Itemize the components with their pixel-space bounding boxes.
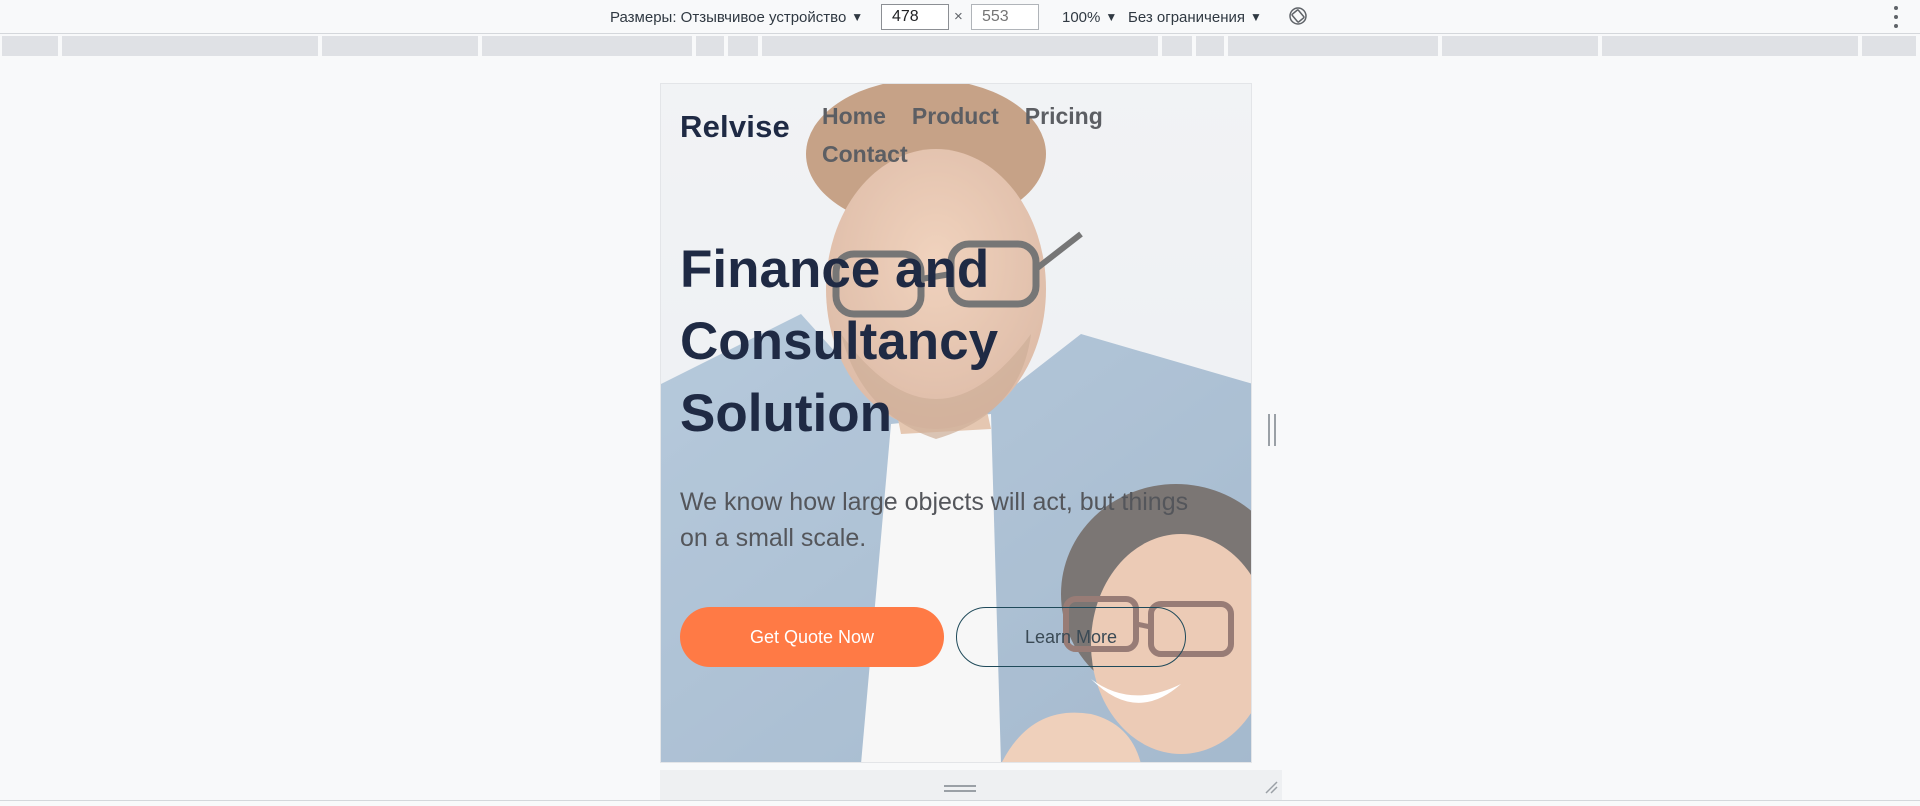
media-query-segment[interactable] <box>1442 36 1600 56</box>
height-input[interactable] <box>971 4 1039 30</box>
brand-logo[interactable]: Relvise <box>680 109 790 145</box>
zoom-label: 100% <box>1062 8 1101 26</box>
rotate-icon[interactable] <box>1288 6 1308 26</box>
width-input[interactable] <box>881 4 949 30</box>
hero-title: Finance and Consultancy Solution <box>680 234 1140 450</box>
media-query-segment[interactable] <box>696 36 726 56</box>
dropdown-caret-icon: ▼ <box>851 10 864 24</box>
media-query-segment[interactable] <box>762 36 1160 56</box>
throttling-label: Без ограничения <box>1128 8 1246 26</box>
device-viewport: Relvise Home Product Pricing Contact Fin… <box>660 83 1252 763</box>
hero-title-line: Consultancy <box>680 312 999 371</box>
throttling-dropdown[interactable]: Без ограничения ▼ <box>1128 0 1262 34</box>
corner-resize-icon[interactable] <box>1264 780 1278 794</box>
hero-title-line: Solution <box>680 384 892 443</box>
dimensions-dropdown[interactable]: Размеры: Отзывчивое устройство ▼ <box>610 0 863 34</box>
times-separator: × <box>954 8 963 25</box>
media-query-segment[interactable] <box>482 36 694 56</box>
media-query-segment[interactable] <box>728 36 760 56</box>
devtools-divider <box>0 800 1920 801</box>
get-quote-button[interactable]: Get Quote Now <box>680 607 944 667</box>
media-query-segment[interactable] <box>1228 36 1440 56</box>
nav-link-product[interactable]: Product <box>912 97 999 135</box>
main-nav: Home Product Pricing Contact <box>822 97 1142 173</box>
media-query-bar <box>0 36 1920 56</box>
zoom-dropdown[interactable]: 100% ▼ <box>1062 0 1117 34</box>
media-query-segment[interactable] <box>2 36 60 56</box>
media-query-segment[interactable] <box>1862 36 1918 56</box>
nav-link-home[interactable]: Home <box>822 97 886 135</box>
nav-link-contact[interactable]: Contact <box>822 135 908 173</box>
media-query-segment[interactable] <box>62 36 320 56</box>
height-resize-handle[interactable] <box>944 785 976 792</box>
learn-more-button[interactable]: Learn More <box>956 607 1186 667</box>
more-vert-icon[interactable] <box>1893 6 1899 28</box>
dropdown-caret-icon: ▼ <box>1250 10 1262 24</box>
hero-title-line: Finance and <box>680 240 990 299</box>
dimensions-label: Размеры: Отзывчивое устройство <box>610 8 847 26</box>
nav-link-pricing[interactable]: Pricing <box>1025 97 1103 135</box>
width-resize-handle[interactable] <box>1268 414 1276 446</box>
media-query-segment[interactable] <box>1162 36 1194 56</box>
hero-subtitle: We know how large objects will act, but … <box>680 488 1189 552</box>
device-toolbar: Размеры: Отзывчивое устройство ▼ × 100% … <box>0 0 1920 34</box>
media-query-segment[interactable] <box>322 36 480 56</box>
media-query-segment[interactable] <box>1196 36 1226 56</box>
media-query-segment[interactable] <box>1602 36 1860 56</box>
dropdown-caret-icon: ▼ <box>1105 10 1118 24</box>
